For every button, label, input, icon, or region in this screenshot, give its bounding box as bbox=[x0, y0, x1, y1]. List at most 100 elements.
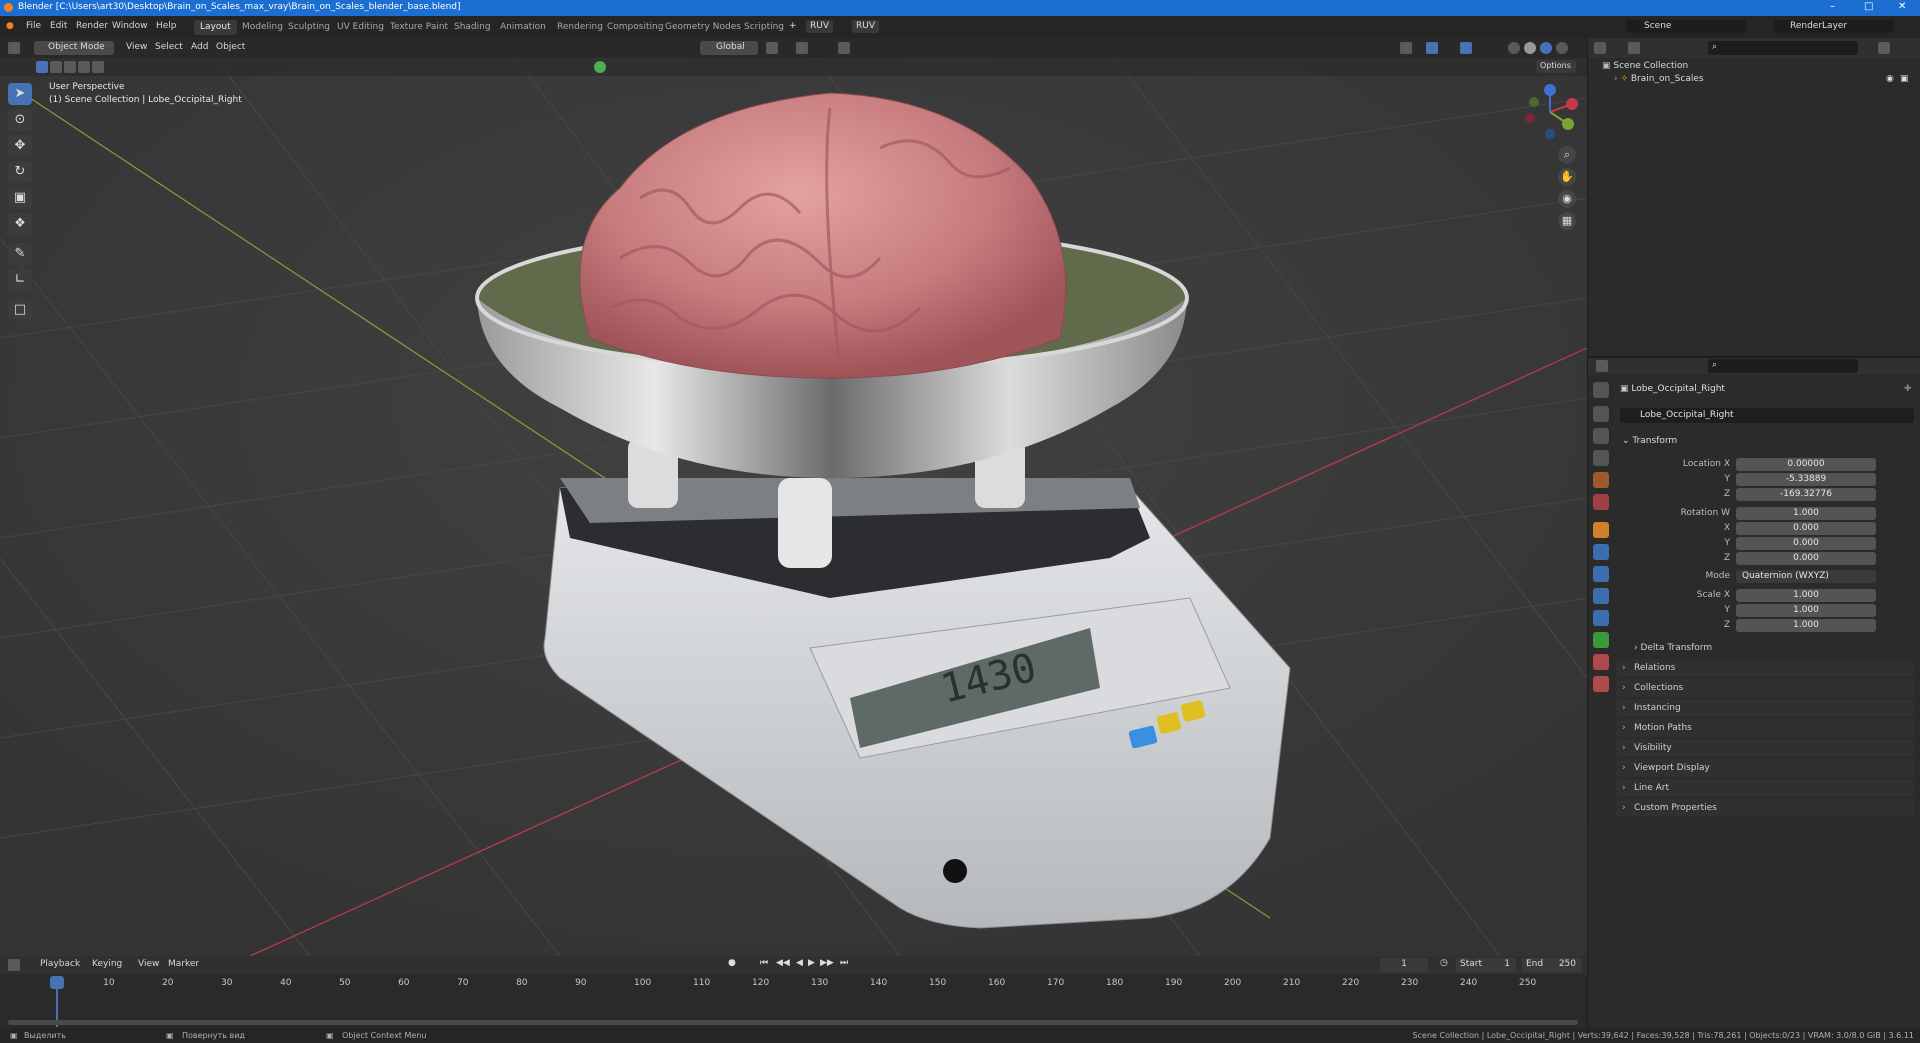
editor-type-icon[interactable] bbox=[8, 42, 20, 54]
menu-add[interactable]: Add bbox=[191, 42, 208, 52]
tab-shading[interactable]: Shading bbox=[448, 20, 497, 35]
render-camera-icon[interactable]: ▣ bbox=[1900, 74, 1909, 84]
viewport-search-field[interactable] bbox=[690, 60, 900, 73]
outliner-editor-icon[interactable] bbox=[1594, 42, 1606, 54]
tab-layout[interactable]: Layout bbox=[194, 20, 237, 35]
tab-render[interactable] bbox=[1593, 406, 1609, 422]
pan-hand-icon[interactable]: ✋ bbox=[1558, 168, 1576, 186]
tab-view-layer[interactable] bbox=[1593, 450, 1609, 466]
tool-annotate[interactable]: ✎ bbox=[8, 243, 32, 265]
outliner-item-brain-on-scales[interactable]: › ✧ Brain_on_Scales ◉ ▣ bbox=[1614, 74, 1914, 84]
close-icon[interactable]: ✕ bbox=[1898, 1, 1906, 12]
location-z-field[interactable]: -169.32776 bbox=[1736, 488, 1876, 501]
tool-transform[interactable]: ❖ bbox=[8, 213, 32, 235]
outliner-scene-collection[interactable]: ▣ Scene Collection bbox=[1602, 61, 1688, 71]
menu-edit[interactable]: Edit bbox=[50, 21, 67, 31]
tab-output[interactable] bbox=[1593, 428, 1609, 444]
scale-y-field[interactable]: 1.000 bbox=[1736, 604, 1876, 617]
tool-cursor[interactable]: ⊙ bbox=[8, 109, 32, 131]
tab-particles[interactable] bbox=[1593, 566, 1609, 582]
overlays-toggle-icon[interactable] bbox=[1460, 42, 1472, 54]
tab-modeling[interactable]: Modeling bbox=[236, 20, 289, 35]
scene-selector[interactable]: Scene bbox=[1626, 20, 1746, 33]
tab-world[interactable] bbox=[1593, 494, 1609, 510]
add-workspace-icon[interactable]: + bbox=[789, 21, 797, 31]
timeline-scrollbar[interactable] bbox=[8, 1020, 1578, 1025]
select-mode-intersect-icon[interactable] bbox=[92, 61, 104, 73]
shading-wireframe-icon[interactable] bbox=[1508, 42, 1520, 54]
rotation-z-field[interactable]: 0.000 bbox=[1736, 552, 1876, 565]
tab-physics[interactable] bbox=[1593, 588, 1609, 604]
panel-custom-properties[interactable]: Custom Properties bbox=[1616, 799, 1914, 817]
menu-object[interactable]: Object bbox=[216, 42, 245, 52]
location-y-field[interactable]: -5.33889 bbox=[1736, 473, 1876, 486]
pivot-icon[interactable] bbox=[766, 42, 778, 54]
ruv-button-2[interactable]: RUV bbox=[852, 20, 879, 33]
properties-search-field[interactable]: ⌕ bbox=[1708, 359, 1858, 373]
minimize-icon[interactable]: – bbox=[1830, 1, 1835, 12]
visibility-eye-icon[interactable]: ◉ bbox=[1886, 74, 1894, 84]
camera-view-icon[interactable]: ◉ bbox=[1558, 190, 1576, 208]
transform-orientation-selector[interactable]: Global bbox=[700, 41, 758, 55]
snap-icon[interactable] bbox=[796, 42, 808, 54]
tab-scene[interactable] bbox=[1593, 472, 1609, 488]
tool-measure[interactable]: ∟ bbox=[8, 269, 32, 291]
tool-scale[interactable]: ▣ bbox=[8, 187, 32, 209]
tab-tool[interactable] bbox=[1593, 382, 1609, 398]
perspective-toggle-icon[interactable]: ▦ bbox=[1558, 212, 1576, 230]
timeline-ruler[interactable]: 1102030405060708090100110120130140150160… bbox=[0, 956, 1587, 1028]
display-mode-icon[interactable] bbox=[1628, 42, 1640, 54]
tool-move[interactable]: ✥ bbox=[8, 135, 32, 157]
tab-uv-editing[interactable]: UV Editing bbox=[331, 20, 390, 35]
visibility-icon[interactable] bbox=[1400, 42, 1412, 54]
playhead[interactable] bbox=[50, 976, 64, 989]
view-layer-selector[interactable]: RenderLayer bbox=[1774, 20, 1894, 33]
transform-panel-header[interactable]: ⌄ Transform bbox=[1622, 436, 1677, 446]
pin-icon[interactable]: ✚ bbox=[1904, 384, 1912, 394]
object-name-field[interactable]: Lobe_Occipital_Right bbox=[1620, 408, 1914, 423]
panel-visibility[interactable]: Visibility bbox=[1616, 739, 1914, 757]
gizmo-toggle-icon[interactable] bbox=[1426, 42, 1438, 54]
menu-window[interactable]: Window bbox=[112, 21, 148, 31]
tab-constraints[interactable] bbox=[1593, 610, 1609, 626]
rotation-y-field[interactable]: 0.000 bbox=[1736, 537, 1876, 550]
panel-line-art[interactable]: Line Art bbox=[1616, 779, 1914, 797]
select-mode-new-icon[interactable] bbox=[36, 61, 48, 73]
location-x-field[interactable]: 0.00000 bbox=[1736, 458, 1876, 471]
tab-animation[interactable]: Animation bbox=[494, 20, 552, 35]
delta-transform-subpanel[interactable]: › Delta Transform bbox=[1634, 643, 1712, 653]
options-button[interactable]: Options bbox=[1536, 60, 1576, 73]
menu-view[interactable]: View bbox=[126, 42, 147, 52]
select-mode-extend-icon[interactable] bbox=[50, 61, 62, 73]
tab-texture[interactable] bbox=[1593, 676, 1609, 692]
shading-solid-icon[interactable] bbox=[1524, 42, 1536, 54]
tab-texture-paint[interactable]: Texture Paint bbox=[384, 20, 454, 35]
tab-geometry-nodes[interactable]: Geometry Nodes bbox=[659, 20, 747, 35]
blender-menu-icon[interactable]: ● bbox=[6, 21, 14, 31]
viewport-filter-icon[interactable] bbox=[594, 61, 606, 73]
tab-material[interactable] bbox=[1593, 654, 1609, 670]
shading-rendered-icon[interactable] bbox=[1556, 42, 1568, 54]
rotation-x-field[interactable]: 0.000 bbox=[1736, 522, 1876, 535]
tool-rotate[interactable]: ↻ bbox=[8, 161, 32, 183]
mode-selector[interactable]: Object Mode bbox=[34, 41, 114, 55]
tab-modifiers[interactable] bbox=[1593, 544, 1609, 560]
panel-viewport-display[interactable]: Viewport Display bbox=[1616, 759, 1914, 777]
tool-add-cube[interactable]: □ bbox=[8, 299, 32, 321]
navigation-gizmo[interactable] bbox=[1520, 82, 1580, 142]
panel-collections[interactable]: Collections bbox=[1616, 679, 1914, 697]
rotation-mode-select[interactable]: Quaternion (WXYZ) bbox=[1736, 570, 1876, 583]
proportional-editing-icon[interactable] bbox=[838, 42, 850, 54]
scale-x-field[interactable]: 1.000 bbox=[1736, 589, 1876, 602]
panel-motion-paths[interactable]: Motion Paths bbox=[1616, 719, 1914, 737]
tool-select-box[interactable]: ➤ bbox=[8, 83, 32, 105]
properties-editor-icon[interactable] bbox=[1596, 360, 1608, 372]
scale-z-field[interactable]: 1.000 bbox=[1736, 619, 1876, 632]
tab-object[interactable] bbox=[1593, 522, 1609, 538]
outliner-search-field[interactable]: ⌕ bbox=[1708, 41, 1858, 55]
menu-help[interactable]: Help bbox=[156, 21, 177, 31]
filter-icon[interactable] bbox=[1878, 42, 1890, 54]
tab-data[interactable] bbox=[1593, 632, 1609, 648]
panel-instancing[interactable]: Instancing bbox=[1616, 699, 1914, 717]
tab-sculpting[interactable]: Sculpting bbox=[282, 20, 336, 35]
